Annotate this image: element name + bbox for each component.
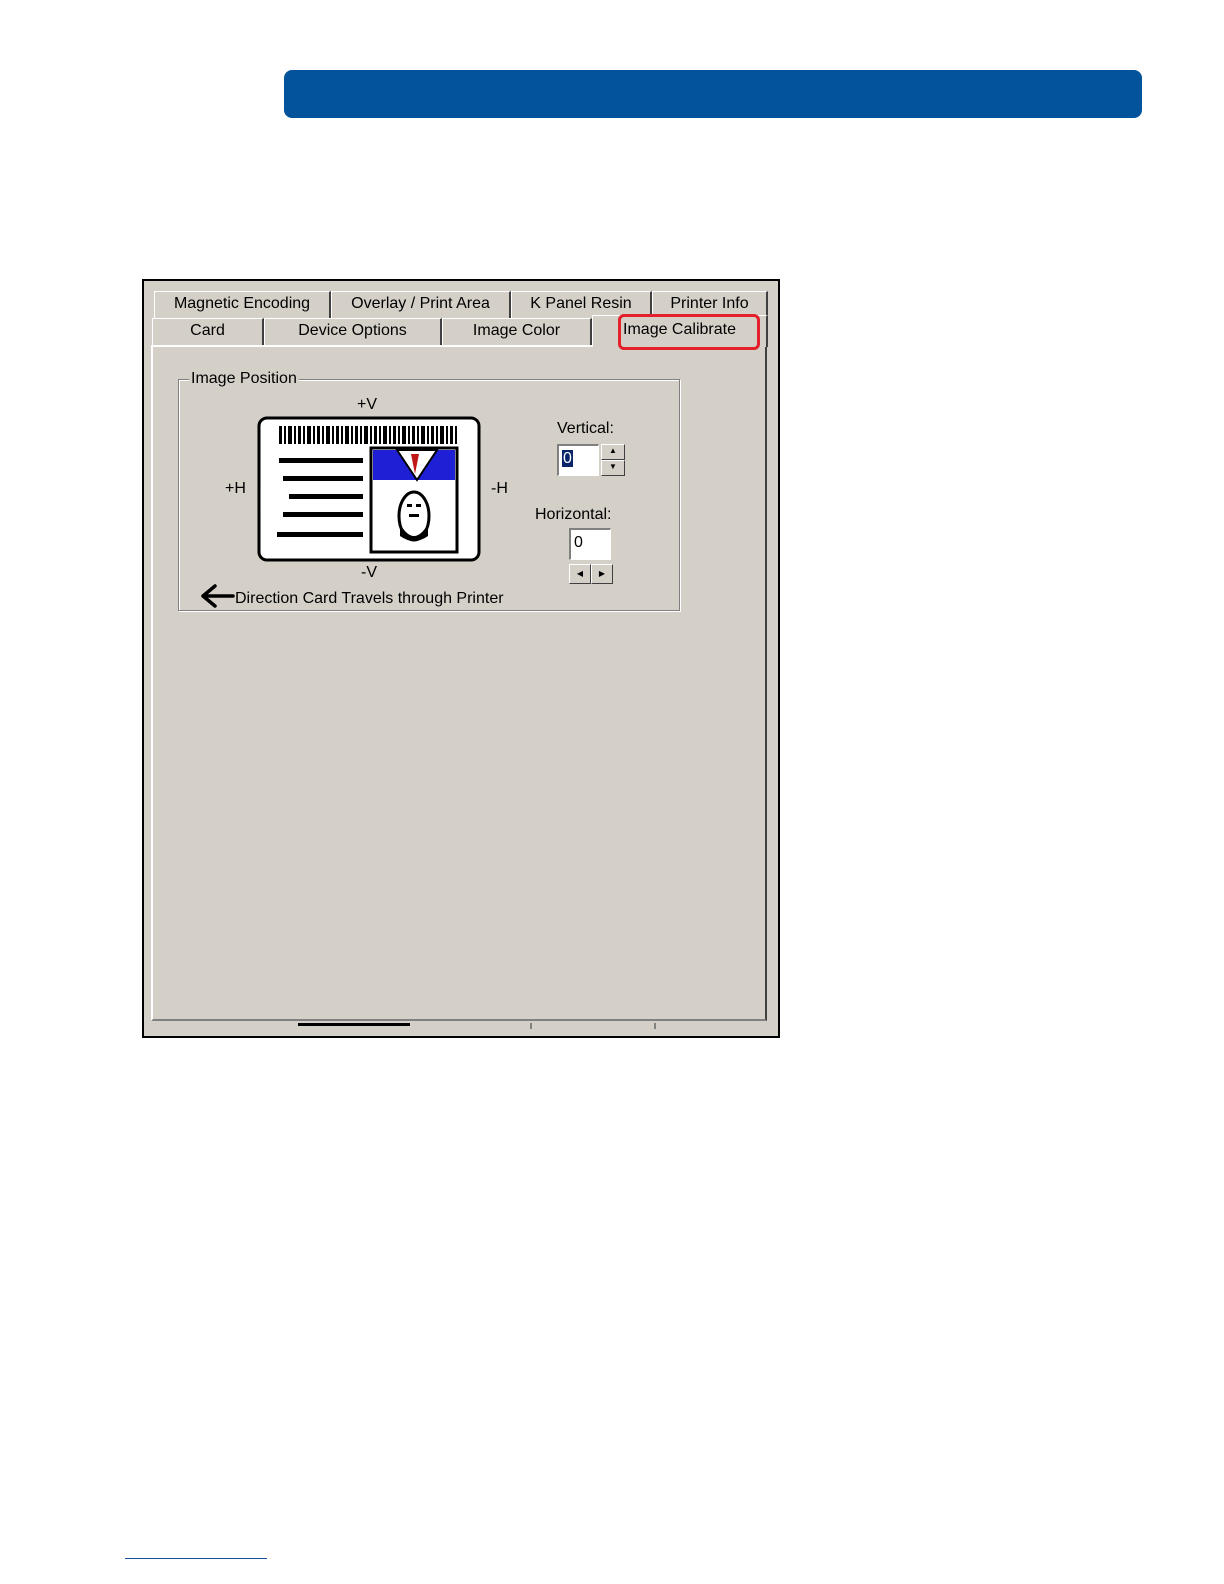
- tab-overlay-print-area[interactable]: Overlay / Print Area: [331, 291, 511, 318]
- vertical-label: Vertical:: [557, 420, 614, 437]
- photo-area: [369, 446, 459, 554]
- vertical-value: 0: [561, 449, 574, 468]
- horizontal-label: Horizontal:: [535, 506, 612, 523]
- minus-h-label: -H: [491, 480, 508, 497]
- header-bar: [284, 70, 1142, 118]
- direction-text: Direction Card Travels through Printer: [235, 590, 504, 607]
- id-card-illustration: [257, 416, 481, 562]
- image-position-group: Image Position +V +H -H -V Direction Car…: [178, 370, 680, 611]
- minus-v-label: -V: [361, 564, 377, 581]
- tab-card[interactable]: Card: [152, 318, 264, 345]
- left-arrow-icon: [201, 584, 235, 608]
- tab-device-options[interactable]: Device Options: [264, 318, 442, 345]
- image-position-title: Image Position: [189, 370, 299, 388]
- tab-image-color[interactable]: Image Color: [442, 318, 592, 345]
- printer-preferences-dialog: Magnetic Encoding Overlay / Print Area K…: [142, 279, 780, 1038]
- spin-up-icon[interactable]: ▲: [601, 444, 625, 460]
- spin-left-icon[interactable]: ◀: [569, 564, 591, 584]
- cropped-button-row: [298, 1023, 656, 1029]
- plus-v-label: +V: [357, 396, 378, 413]
- plus-h-label: +H: [225, 480, 246, 497]
- horizontal-input[interactable]: 0: [569, 528, 611, 560]
- spin-right-icon[interactable]: ▶: [591, 564, 613, 584]
- tab-magnetic-encoding[interactable]: Magnetic Encoding: [154, 291, 331, 318]
- vertical-input[interactable]: 0: [557, 444, 599, 476]
- footer-rule: [125, 1558, 267, 1559]
- spin-down-icon[interactable]: ▼: [601, 460, 625, 476]
- highlight-box: [618, 314, 760, 350]
